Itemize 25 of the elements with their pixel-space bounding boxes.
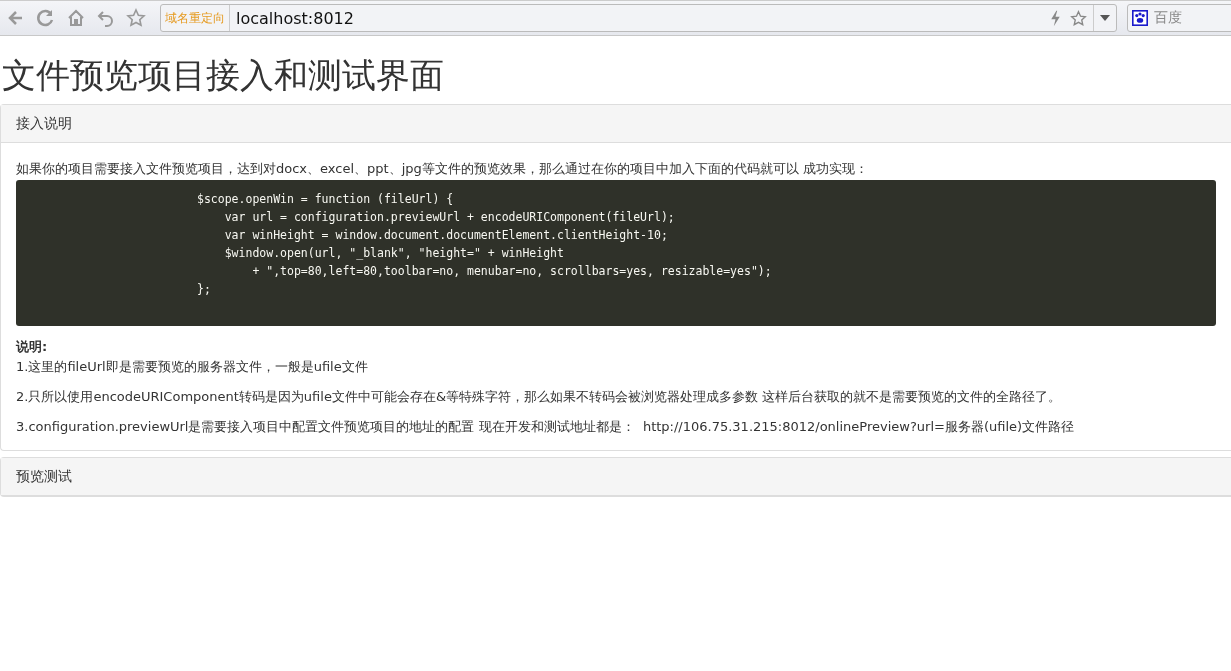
notes-title: 说明: — [16, 338, 49, 356]
panel-heading: 预览测试 — [1, 458, 1231, 496]
reload-icon[interactable] — [36, 8, 56, 28]
preview-url-text: http://106.75.31.215:8012/onlinePreview?url=服务器(ufile)文件路径 — [642, 419, 1075, 434]
code-line: var winHeight = window.document.documentElement.clientHeight-10; — [223, 227, 668, 244]
star-icon[interactable] — [1070, 9, 1087, 27]
page-title: 文件预览项目接入和测试界面 — [2, 54, 445, 96]
home-icon[interactable] — [66, 8, 86, 28]
code-line: + ",top=80,left=80,toolbar=no, menubar=no, scrollbars=yes, resizable=yes"); — [251, 263, 772, 280]
paw-icon — [1132, 10, 1148, 26]
code-line: var url = configuration.previewUrl + encodeURIComponent(fileUrl); — [223, 209, 675, 226]
code-line: $window.open(url, "_blank", "height=" + winHeight — [223, 245, 564, 262]
url-text: localhost:8012 — [236, 8, 354, 28]
note-text: 2.只所以使用encodeURIComponent转码是因为ufile文件中可能会存在&等特殊字符，那么如果不转码会被浏览器处理成多参数 这样后台获取的就不是需要预览的文件的全路径了。 — [16, 388, 1063, 406]
note-text: 1.这里的fileUrl即是需要预览的服务器文件，一般是ufile文件 — [16, 358, 369, 376]
panel-heading: 接入说明 — [1, 105, 1231, 143]
code-line: $scope.openWin = function (fileUrl) { — [197, 191, 454, 208]
star-icon[interactable] — [126, 8, 146, 28]
note-text: 3.configuration.previewUrl是需要接入项目中配置文件预览项目的地址的配置 现在开发和测试地址都是： http://106.75.31.215:8012/onlinePreview?url=服务器(ufile)文件路径 — [16, 418, 1076, 436]
undo-icon[interactable] — [96, 8, 116, 28]
caret-icon — [1100, 15, 1110, 21]
intro-text: 如果你的项目需要接入文件预览项目，达到对docx、excel、ppt、jpg等文件的预览效果，那么通过在你的项目中加入下面的代码就可以 成功实现： — [16, 160, 869, 178]
code-line: }; — [197, 281, 211, 298]
redirect-label: 域名重定向 — [161, 5, 230, 31]
address-bar[interactable]: 域名重定向 localhost:8012 — [160, 4, 1117, 32]
